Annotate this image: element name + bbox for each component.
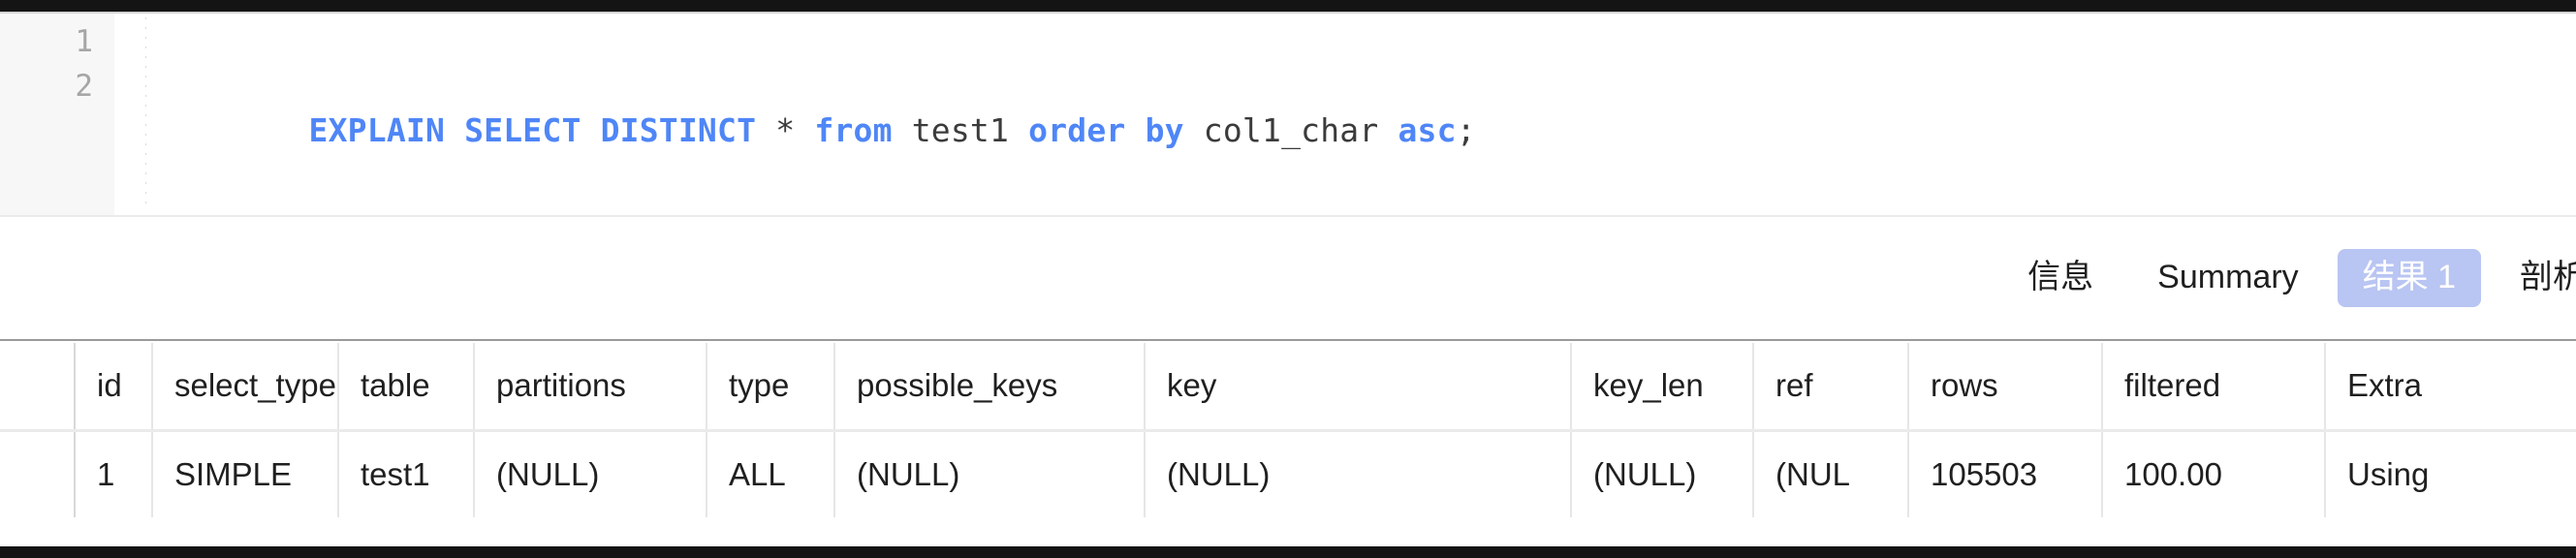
tab-summary[interactable]: Summary <box>2132 249 2323 306</box>
cell-table[interactable]: test1 <box>338 430 475 517</box>
row-handle[interactable] <box>0 430 76 517</box>
sql-token-kw: by <box>1145 111 1184 149</box>
sql-token-idn: test1 <box>911 111 1010 149</box>
table-row[interactable]: 1 SIMPLE test1 (NULL) ALL (NULL) (NULL) (NULL)(… <box>0 430 2576 517</box>
cell-key_len[interactable]: (NULL) <box>1571 430 1754 517</box>
code-line-2: EXPLAIN SELECT DISTINCT * from test1 ord… <box>153 64 1476 149</box>
column-header-key_len[interactable]: key_len <box>1571 343 1754 432</box>
sql-token-kw: asc <box>1398 111 1457 149</box>
sql-token-kw: EXPLAIN <box>308 111 446 149</box>
cell-select_type[interactable]: SIMPLE <box>152 430 339 517</box>
tab-result-1[interactable]: 结果 1 <box>2337 249 2481 307</box>
cell-id[interactable]: 1 <box>75 430 153 517</box>
sql-token-pun: ; <box>1456 111 1476 149</box>
sql-token-kw: SELECT <box>464 111 581 149</box>
sql-token-kw: order <box>1028 111 1126 149</box>
column-header-select_type[interactable]: select_type <box>152 343 339 432</box>
result-table: id select_type table partitions type possible… <box>0 343 2576 517</box>
indent-guide <box>145 17 146 211</box>
column-header-table[interactable]: table <box>338 343 475 432</box>
sql-token-op: * <box>775 111 796 149</box>
column-header-filtered[interactable]: filtered <box>2102 343 2326 432</box>
line-number-2: 2 <box>75 69 93 104</box>
column-header-Extra[interactable]: Extra <box>2325 343 2576 432</box>
cell-possible_keys[interactable]: (NULL) <box>834 430 1146 517</box>
column-header-partitions[interactable]: partitions <box>474 343 707 432</box>
sql-editor-pane[interactable]: 1 2 EXPLAIN SELECT DISTINCT * from test1… <box>0 14 2576 215</box>
cell-key[interactable]: (NULL) <box>1145 430 1572 517</box>
cell-filtered[interactable]: 100.00 <box>2102 430 2326 517</box>
tab-profile[interactable]: 剖析 <box>2495 249 2576 306</box>
cell-rows[interactable]: 105503 <box>1908 430 2103 517</box>
sql-token-kw: DISTINCT <box>600 111 757 149</box>
header-row-handle <box>0 343 76 432</box>
sql-token-kw: from <box>814 111 893 149</box>
editor-line-number-gutter: 1 2 <box>0 14 114 215</box>
result-table-body: 1 SIMPLE test1 (NULL) ALL (NULL) (NULL) (NULL)(… <box>0 430 2576 517</box>
column-header-key[interactable]: key <box>1145 343 1572 432</box>
line-number-1: 1 <box>75 24 93 59</box>
column-header-ref[interactable]: ref <box>1753 343 1909 432</box>
cell-partitions[interactable]: (NULL) <box>474 430 707 517</box>
column-header-id[interactable]: id <box>75 343 153 432</box>
table-header-row: id select_type table partitions type possible… <box>0 343 2576 432</box>
result-table-header: id select_type table partitions type possible… <box>0 343 2576 432</box>
result-tab-bar: 信息 Summary 结果 1 剖析 <box>0 215 2576 341</box>
sql-token-idn: col1_char <box>1203 111 1379 149</box>
sql-client-window: 1 2 EXPLAIN SELECT DISTINCT * from test1… <box>0 0 2576 558</box>
column-header-type[interactable]: type <box>707 343 835 432</box>
explain-result-grid[interactable]: id select_type table partitions type possible… <box>0 343 2576 546</box>
tab-info[interactable]: 信息 <box>2002 249 2119 306</box>
cell-type[interactable]: ALL <box>707 430 835 517</box>
cell-ref[interactable]: (NUL <box>1753 430 1909 517</box>
column-header-rows[interactable]: rows <box>1908 343 2103 432</box>
editor-text-area[interactable]: EXPLAIN SELECT DISTINCT * from test1 ord… <box>114 14 2576 215</box>
window-top-chrome-strip <box>0 0 2576 12</box>
sql-statement: EXPLAIN SELECT DISTINCT * from test1 ord… <box>309 111 1476 149</box>
window-bottom-chrome-strip <box>0 546 2576 558</box>
cell-Extra[interactable]: Using <box>2325 430 2576 517</box>
column-header-possible_keys[interactable]: possible_keys <box>834 343 1146 432</box>
